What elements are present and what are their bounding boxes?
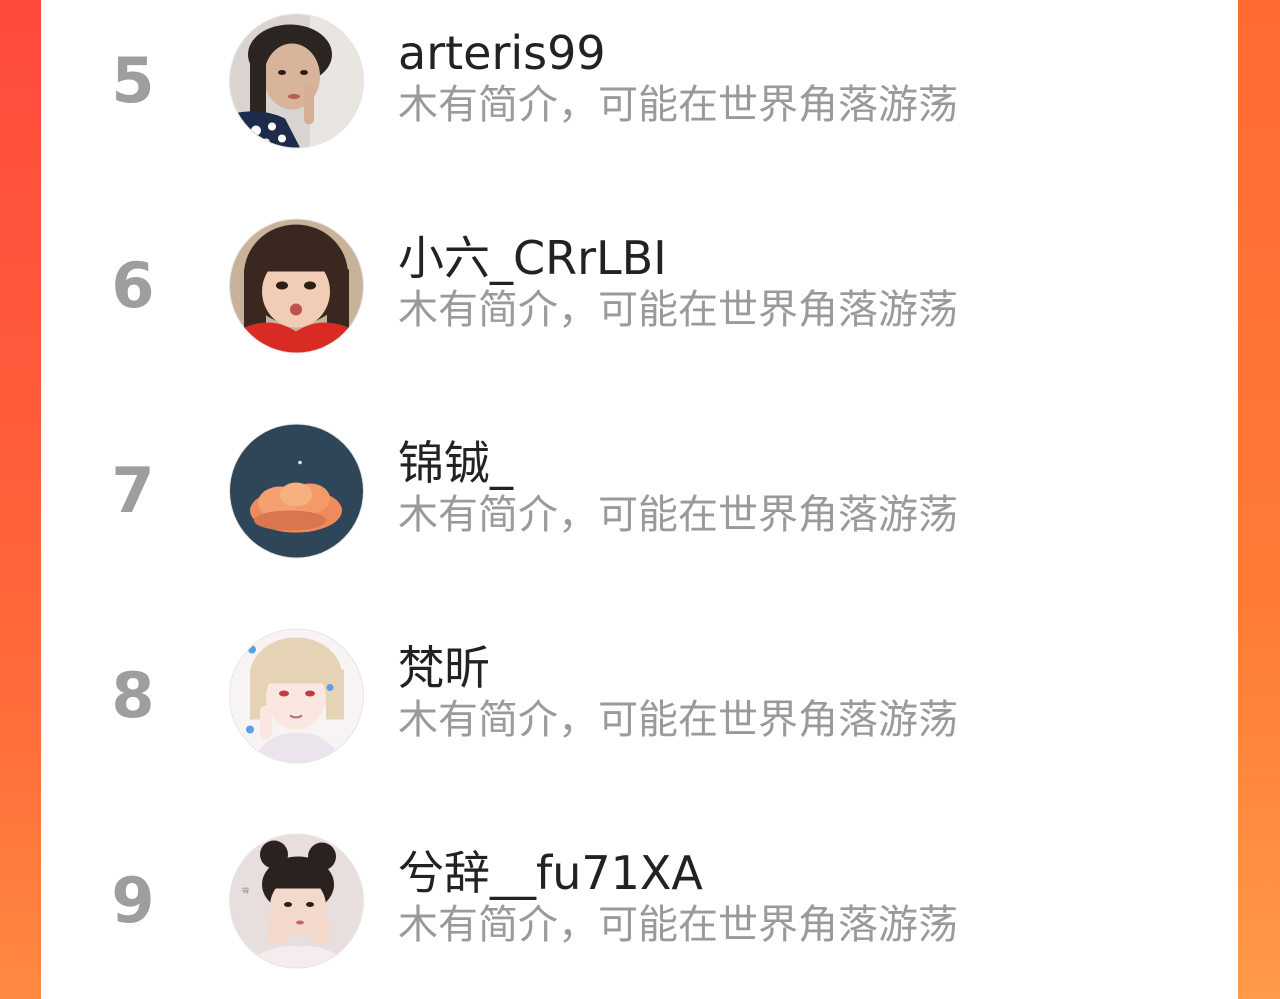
user-name[interactable]: 锦铖_ [398,440,513,486]
rank-number: 7 [111,453,155,527]
svg-text:ఇ: ఇ [242,884,249,895]
page-background-right [1238,0,1280,999]
list-item[interactable]: 5 arteris99 木有简介，可能在世界角落游荡 [41,0,1238,183]
user-bio: 木有简介，可能在世界角落游荡 [398,82,958,128]
avatar[interactable] [230,14,363,147]
user-name[interactable]: 梵昕 [398,645,490,691]
list-item[interactable]: 6 小六_CRrLBI 木有简介，可能在世界角落游荡 [41,183,1238,388]
user-bio: 木有简介，可能在世界角落游荡 [398,902,958,948]
user-bio: 木有简介，可能在世界角落游荡 [398,492,958,538]
user-name[interactable]: 小六_CRrLBI [398,235,667,281]
user-ranking-list: 5 arteris99 木有简介，可能在世界角落游荡 6 小六_CRrLBI 木… [41,0,1238,999]
user-bio: 木有简介，可能在世界角落游荡 [398,697,958,743]
avatar[interactable] [230,424,363,557]
user-name[interactable]: 兮辞__fu71XA [398,850,703,896]
rank-number: 9 [111,863,155,937]
avatar[interactable] [230,219,363,352]
rank-number: 6 [111,248,155,322]
list-item[interactable]: 9 ఇ 兮辞__fu71XA 木有简介，可能在世界角落游荡 [41,798,1238,999]
user-bio: 木有简介，可能在世界角落游荡 [398,287,958,333]
rank-number: 5 [111,43,155,117]
rank-number: 8 [111,658,155,732]
avatar[interactable]: ఇ [230,834,363,967]
avatar[interactable] [230,629,363,762]
list-item[interactable]: 7 锦铖_ 木有简介，可能在世界角落游荡 [41,388,1238,593]
user-name[interactable]: arteris99 [398,30,606,76]
list-item[interactable]: 8 梵昕 木有简介，可能在世界角落游荡 [41,593,1238,798]
